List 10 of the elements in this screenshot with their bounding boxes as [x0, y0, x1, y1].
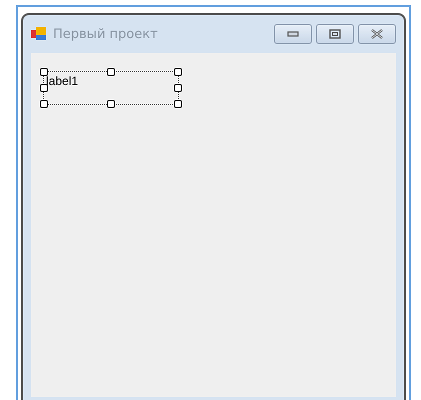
window-title: Первый проект [53, 26, 158, 42]
minimize-icon [287, 31, 299, 37]
close-icon [371, 29, 383, 39]
app-icon [31, 27, 47, 41]
close-button[interactable] [358, 24, 396, 44]
maximize-button[interactable] [316, 24, 354, 44]
minimize-button[interactable] [274, 24, 312, 44]
maximize-icon [329, 29, 341, 39]
selection-frame[interactable] [43, 71, 179, 105]
label-control[interactable]: label1 [46, 74, 78, 88]
